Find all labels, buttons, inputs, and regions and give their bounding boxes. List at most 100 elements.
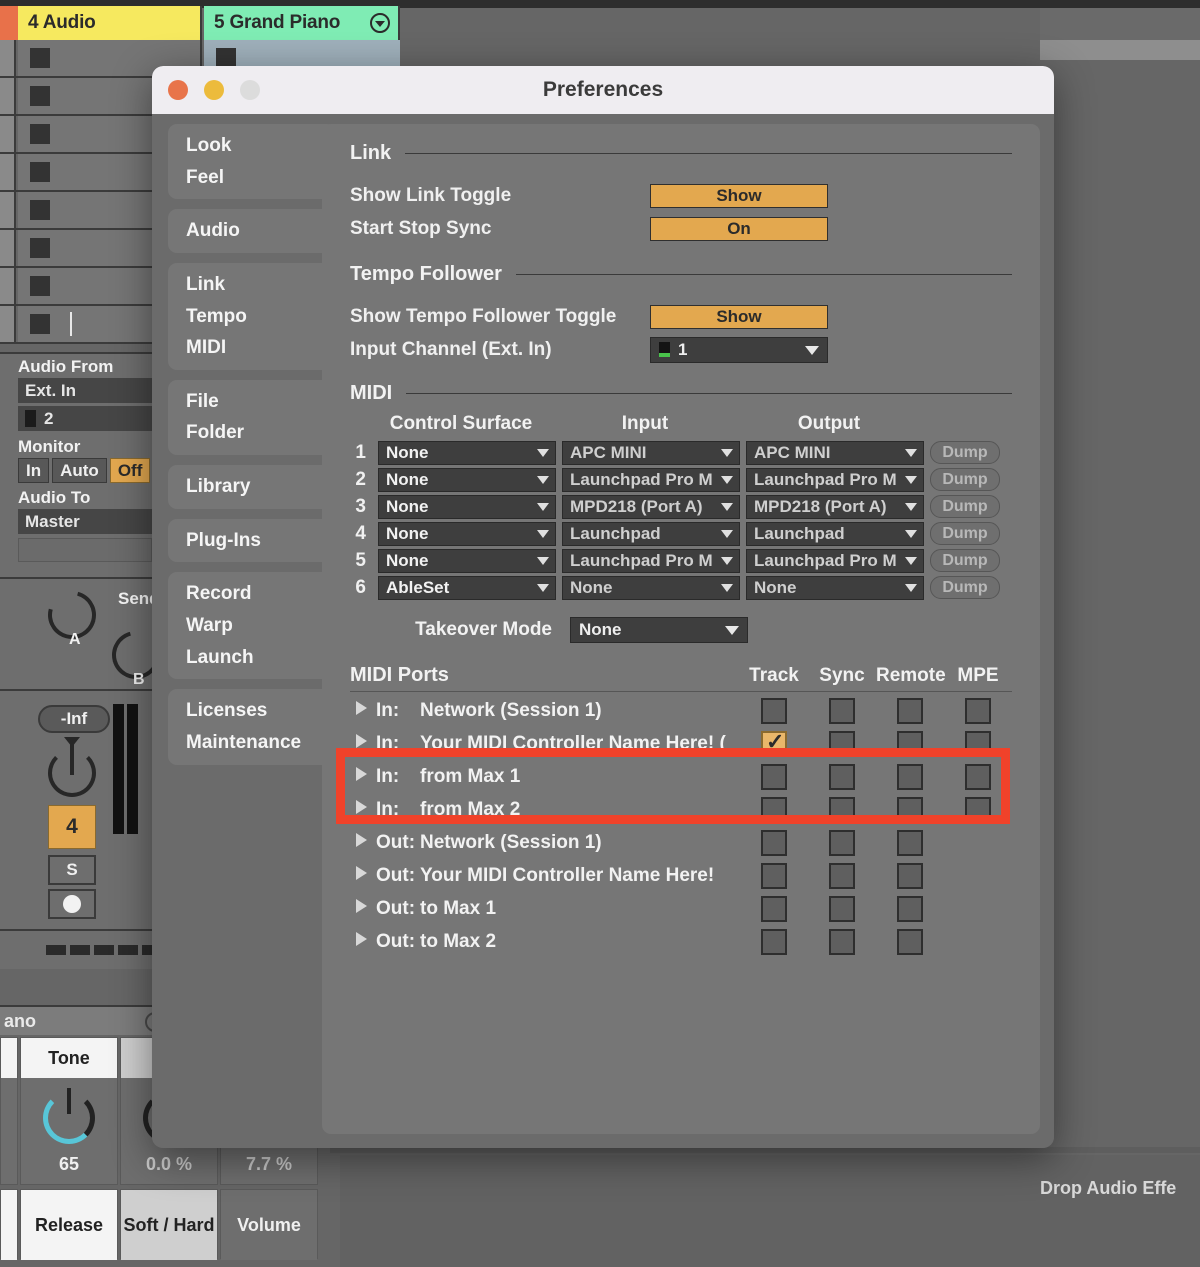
- checkbox-sync[interactable]: [829, 929, 855, 955]
- dump-button[interactable]: Dump: [930, 468, 1000, 491]
- clip-slot[interactable]: [0, 192, 16, 228]
- sidebar-item-launch[interactable]: Launch: [168, 642, 336, 674]
- stop-square-icon[interactable]: [30, 124, 50, 144]
- expand-triangle-icon[interactable]: [350, 767, 376, 786]
- chevron-down-icon[interactable]: [370, 13, 390, 33]
- control-surface-select[interactable]: None: [378, 549, 556, 573]
- close-button-icon[interactable]: [168, 80, 188, 100]
- expand-triangle-icon[interactable]: [350, 800, 376, 819]
- stop-square-icon[interactable]: [30, 86, 50, 106]
- clip-slot[interactable]: [0, 268, 16, 304]
- track-header-audio[interactable]: 4 Audio: [18, 6, 202, 40]
- expand-triangle-icon[interactable]: [350, 734, 376, 753]
- sidebar-item-feel[interactable]: Feel: [168, 162, 336, 194]
- midi-input-select[interactable]: Launchpad Pro M: [562, 468, 740, 492]
- sidebar-item-look[interactable]: Look: [168, 130, 336, 162]
- dump-button[interactable]: Dump: [930, 576, 1000, 599]
- window-titlebar[interactable]: Preferences: [152, 66, 1054, 114]
- control-surface-select[interactable]: None: [378, 468, 556, 492]
- macro-release[interactable]: Release: [20, 1189, 118, 1259]
- checkbox-remote[interactable]: [897, 830, 923, 856]
- checkbox-remote[interactable]: [897, 764, 923, 790]
- show-tempo-follower-button[interactable]: Show: [650, 305, 828, 329]
- control-surface-select[interactable]: None: [378, 495, 556, 519]
- checkbox-remote[interactable]: [897, 929, 923, 955]
- checkbox-track[interactable]: [761, 830, 787, 856]
- dump-button[interactable]: Dump: [930, 522, 1000, 545]
- stop-square-icon[interactable]: [30, 200, 50, 220]
- midi-output-select[interactable]: APC MINI: [746, 441, 924, 465]
- track-activator-button[interactable]: 4: [48, 805, 96, 849]
- monitor-in-button[interactable]: In: [18, 458, 49, 483]
- audio-from-channel-select[interactable]: 2: [18, 406, 152, 431]
- minimize-button-icon[interactable]: [204, 80, 224, 100]
- checkbox-track[interactable]: [761, 764, 787, 790]
- sidebar-item-folder[interactable]: Folder: [168, 417, 336, 449]
- stop-square-icon[interactable]: [30, 314, 50, 334]
- checkbox-sync[interactable]: [829, 896, 855, 922]
- midi-input-select[interactable]: Launchpad: [562, 522, 740, 546]
- track-header-grand-piano[interactable]: 5 Grand Piano: [204, 6, 400, 40]
- clip-slot[interactable]: [0, 230, 16, 266]
- midi-ports-list[interactable]: In:Network (Session 1)In:Your MIDI Contr…: [322, 694, 1040, 994]
- monitor-auto-button[interactable]: Auto: [52, 458, 107, 483]
- sidebar-item-link[interactable]: Link: [168, 269, 336, 301]
- checkbox-track[interactable]: [761, 896, 787, 922]
- midi-output-select[interactable]: Launchpad Pro M: [746, 549, 924, 573]
- midi-output-select[interactable]: None: [746, 576, 924, 600]
- midi-input-select[interactable]: Launchpad Pro M: [562, 549, 740, 573]
- midi-port-row[interactable]: Out:to Max 1: [350, 892, 1012, 925]
- clip-slot[interactable]: [0, 116, 16, 152]
- sidebar-item-warp[interactable]: Warp: [168, 610, 336, 642]
- checkbox-sync[interactable]: [829, 797, 855, 823]
- audio-to-channel-select[interactable]: [18, 538, 152, 562]
- sidebar-item-record[interactable]: Record: [168, 578, 336, 610]
- sidebar-item-plug-ins[interactable]: Plug-Ins: [168, 525, 336, 557]
- midi-input-select[interactable]: MPD218 (Port A): [562, 495, 740, 519]
- clip-slot[interactable]: [0, 40, 16, 76]
- clip-slot[interactable]: [0, 154, 16, 190]
- dump-button[interactable]: Dump: [930, 495, 1000, 518]
- checkbox-track[interactable]: [761, 698, 787, 724]
- checkbox-remote[interactable]: [897, 731, 923, 757]
- takeover-mode-select[interactable]: None: [570, 617, 748, 643]
- checkbox-sync[interactable]: [829, 764, 855, 790]
- sidebar-item-file[interactable]: File: [168, 386, 336, 418]
- midi-port-row[interactable]: In:Network (Session 1): [350, 694, 1012, 727]
- dump-button[interactable]: Dump: [930, 441, 1000, 464]
- stop-square-icon[interactable]: [216, 48, 236, 68]
- audio-from-select[interactable]: Ext. In: [18, 378, 152, 403]
- stop-square-icon[interactable]: [30, 48, 50, 68]
- start-stop-sync-button[interactable]: On: [650, 217, 828, 241]
- clip-slot[interactable]: [0, 78, 16, 114]
- midi-input-select[interactable]: None: [562, 576, 740, 600]
- sidebar-item-maintenance[interactable]: Maintenance: [168, 727, 336, 759]
- checkbox-sync[interactable]: [829, 863, 855, 889]
- control-surface-select[interactable]: None: [378, 441, 556, 465]
- checkbox-mpe[interactable]: [965, 698, 991, 724]
- macro-volume[interactable]: Volume: [220, 1189, 318, 1259]
- stop-square-icon[interactable]: [30, 276, 50, 296]
- checkbox-track[interactable]: [761, 929, 787, 955]
- monitor-off-button[interactable]: Off: [110, 458, 151, 483]
- midi-port-row[interactable]: Out:Network (Session 1): [350, 826, 1012, 859]
- checkbox-track[interactable]: [761, 797, 787, 823]
- expand-triangle-icon[interactable]: [350, 932, 376, 951]
- arm-record-button[interactable]: [48, 889, 96, 919]
- midi-output-select[interactable]: Launchpad Pro M: [746, 468, 924, 492]
- show-link-toggle-button[interactable]: Show: [650, 184, 828, 208]
- expand-triangle-icon[interactable]: [350, 701, 376, 720]
- midi-port-row[interactable]: Out:Your MIDI Controller Name Here!: [350, 859, 1012, 892]
- sidebar-item-licenses[interactable]: Licenses: [168, 695, 336, 727]
- sidebar-item-audio[interactable]: Audio: [168, 215, 336, 247]
- sidebar-item-midi[interactable]: MIDI: [168, 332, 336, 364]
- sidebar-item-library[interactable]: Library: [168, 471, 336, 503]
- volume-value[interactable]: -Inf: [38, 705, 110, 733]
- checkbox-track[interactable]: [761, 731, 787, 757]
- checkbox-remote[interactable]: [897, 698, 923, 724]
- checkbox-remote[interactable]: [897, 896, 923, 922]
- stop-square-icon[interactable]: [30, 238, 50, 258]
- checkbox-remote[interactable]: [897, 797, 923, 823]
- checkbox-mpe[interactable]: [965, 764, 991, 790]
- midi-output-select[interactable]: Launchpad: [746, 522, 924, 546]
